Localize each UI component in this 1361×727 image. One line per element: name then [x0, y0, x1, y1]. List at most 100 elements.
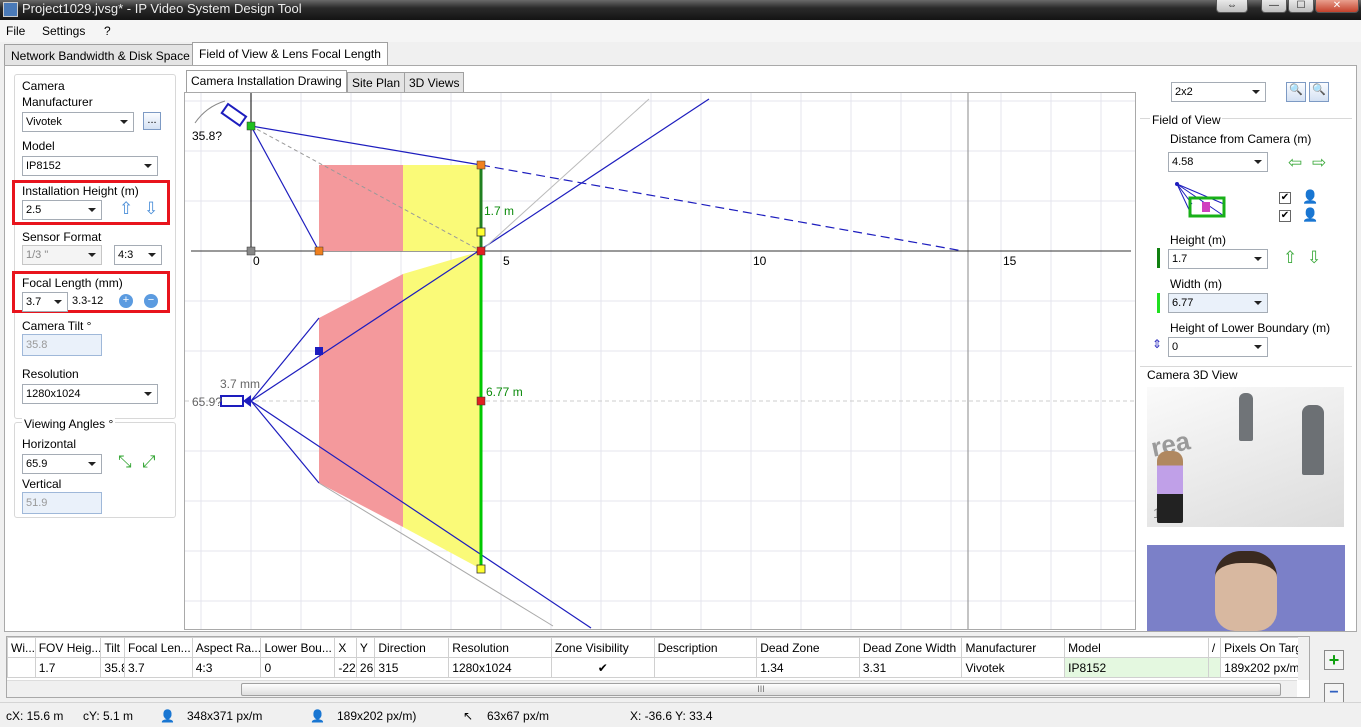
arrow-down-icon[interactable]: ⇩ [144, 200, 158, 218]
fov-zone-top [403, 251, 481, 569]
column-header[interactable]: Dead Zone [756, 637, 860, 658]
column-header[interactable]: Dead Zone Width [858, 637, 963, 658]
tab-field-of-view[interactable]: Field of View & Lens Focal Length [192, 42, 388, 66]
maximize-icon[interactable]: ☐ [1288, 0, 1314, 13]
vertical-angle-field[interactable]: 51.9 [22, 492, 102, 514]
column-header[interactable]: FOV Heig... [34, 637, 102, 658]
column-header[interactable]: Description [653, 637, 758, 658]
fov-width-label: Width (m) [1170, 277, 1222, 291]
close-icon[interactable]: ✕ [1315, 0, 1359, 13]
browse-camera-button[interactable]: ... [143, 112, 161, 130]
layout-select[interactable]: 2x2 [1171, 82, 1266, 102]
column-header[interactable]: X [334, 637, 357, 658]
chevron-down-icon [88, 208, 96, 212]
menu-file[interactable]: File [6, 24, 25, 38]
fov-zone-side [403, 165, 481, 251]
arrow-right-icon[interactable]: ⇨ [1312, 154, 1326, 172]
chevron-down-icon [88, 253, 96, 257]
column-header[interactable]: Wi... [7, 637, 36, 658]
table-row[interactable]: 1.7 35.8 3.7 4:3 0 -22 26 315 1280x1024 … [7, 657, 1309, 678]
sort-indicator: / [1208, 637, 1222, 658]
lower-boundary-label: Height of Lower Boundary (m) [1170, 321, 1331, 335]
arrow-up-icon[interactable]: ⇧ [1283, 249, 1297, 267]
fov-height-select[interactable]: 1.7 [1168, 249, 1268, 269]
axis-tick-5: 5 [503, 254, 510, 268]
checkbox-person-1[interactable]: ✔ [1279, 192, 1291, 204]
vertical-scrollbar[interactable] [1298, 637, 1309, 680]
man-icon: 👤 [1302, 189, 1319, 204]
person-figure [1302, 405, 1324, 475]
chevron-down-icon [1254, 301, 1262, 305]
column-header[interactable]: Pixels On Target [1220, 637, 1309, 658]
column-header[interactable]: Tilt [100, 637, 125, 658]
manufacturer-select[interactable]: Vivotek [22, 112, 134, 132]
remove-camera-button[interactable]: − [1324, 683, 1344, 703]
lower-boundary-select[interactable]: 0 [1168, 337, 1268, 357]
table-cell: IP8152 [1064, 657, 1209, 678]
tab-network-bandwidth[interactable]: Network Bandwidth & Disk Space [4, 44, 197, 66]
column-header[interactable]: Direction [374, 637, 450, 658]
column-header[interactable]: Zone Visibility [550, 637, 655, 658]
status-ppm-man: 189x202 px/m) [337, 709, 417, 723]
zoom-out-icon[interactable]: 🔍 [1309, 82, 1329, 102]
table-cell: 1.34 [756, 657, 860, 678]
fov-preview-icon [1175, 182, 1226, 218]
viewing-angles-label: Viewing Angles ° [22, 417, 116, 431]
aspect-ratio-select[interactable]: 4:3 [114, 245, 162, 265]
arrow-left-icon[interactable]: ⇦ [1288, 154, 1302, 172]
tab-camera-installation[interactable]: Camera Installation Drawing [186, 70, 347, 92]
chevron-down-icon [54, 300, 62, 304]
collapse-icon[interactable]: ⤢ [142, 453, 156, 471]
minimize-icon[interactable]: — [1261, 0, 1287, 13]
installation-height-select[interactable]: 2.5 [22, 200, 102, 220]
woman-icon: 👤 [1302, 207, 1319, 222]
add-camera-button[interactable]: + [1324, 650, 1344, 670]
column-header[interactable]: Focal Len... [123, 637, 193, 658]
sensor-format-select[interactable]: 1/3 " [22, 245, 102, 265]
horizontal-scrollbar[interactable]: III [7, 680, 1297, 697]
column-header[interactable]: Lower Bou... [260, 637, 336, 658]
column-header[interactable]: Resolution [448, 637, 552, 658]
chevron-down-icon [144, 164, 152, 168]
zoom-in-icon[interactable]: 🔍 [1286, 82, 1306, 102]
horizontal-angle-select[interactable]: 65.9 [22, 454, 102, 474]
column-header[interactable]: Aspect Ra... [191, 637, 262, 658]
column-header[interactable]: Manufacturer [961, 637, 1066, 658]
chevron-down-icon [1252, 90, 1260, 94]
fov-width-select[interactable]: 6.77 [1168, 293, 1268, 313]
distance-select[interactable]: 4.58 [1168, 152, 1268, 172]
height-marker [1157, 248, 1160, 268]
column-header[interactable]: Y [355, 637, 376, 658]
table-cell: 1280x1024 [448, 657, 552, 678]
camera-table: Wi... FOV Heig... Tilt Focal Len... Aspe… [6, 636, 1310, 698]
checkbox-person-2[interactable]: ✔ [1279, 210, 1291, 222]
focal-length-select[interactable]: 3.7 [22, 292, 68, 312]
arrow-down-icon[interactable]: ⇩ [1307, 249, 1321, 267]
table-cell: 1.7 [34, 657, 102, 678]
restore-icon[interactable]: ⇔ [1216, 0, 1248, 13]
tab-3d-views[interactable]: 3D Views [404, 72, 465, 92]
model-select[interactable]: IP8152 [22, 156, 158, 176]
menu-settings[interactable]: Settings [42, 24, 85, 38]
resolution-select[interactable]: 1280x1024 [22, 384, 158, 404]
width-marker [1157, 293, 1160, 313]
column-header[interactable]: Model [1064, 637, 1209, 658]
zoom-out-icon[interactable]: − [144, 294, 158, 308]
arrow-up-icon[interactable]: ⇧ [119, 200, 133, 218]
chevron-down-icon [120, 120, 128, 124]
menu-help[interactable]: ? [104, 24, 111, 38]
zone-visibility-checkbox[interactable]: ✔ [550, 657, 655, 678]
zoom-in-icon[interactable]: + [119, 294, 133, 308]
table-cell: 4:3 [191, 657, 262, 678]
table-cell [1208, 657, 1222, 678]
installation-drawing[interactable]: 35.8? 0 5 10 15 1.7 m 3.7 mm 65.9? 6.77 … [184, 92, 1136, 630]
table-cell: 35.8 [100, 657, 125, 678]
cursor-icon: ↖ [463, 709, 474, 723]
window-title: Project1029.jvsg* - IP Video System Desi… [22, 1, 302, 16]
expand-icon[interactable]: ⤡ [118, 453, 132, 471]
tab-site-plan[interactable]: Site Plan [347, 72, 406, 92]
camera-tilt-field[interactable]: 35.8 [22, 334, 102, 356]
scrollbar-thumb[interactable]: III [241, 683, 1281, 696]
horizontal-label: Horizontal [22, 437, 77, 451]
camera-3d-view[interactable]: rea 1 [1147, 387, 1344, 527]
